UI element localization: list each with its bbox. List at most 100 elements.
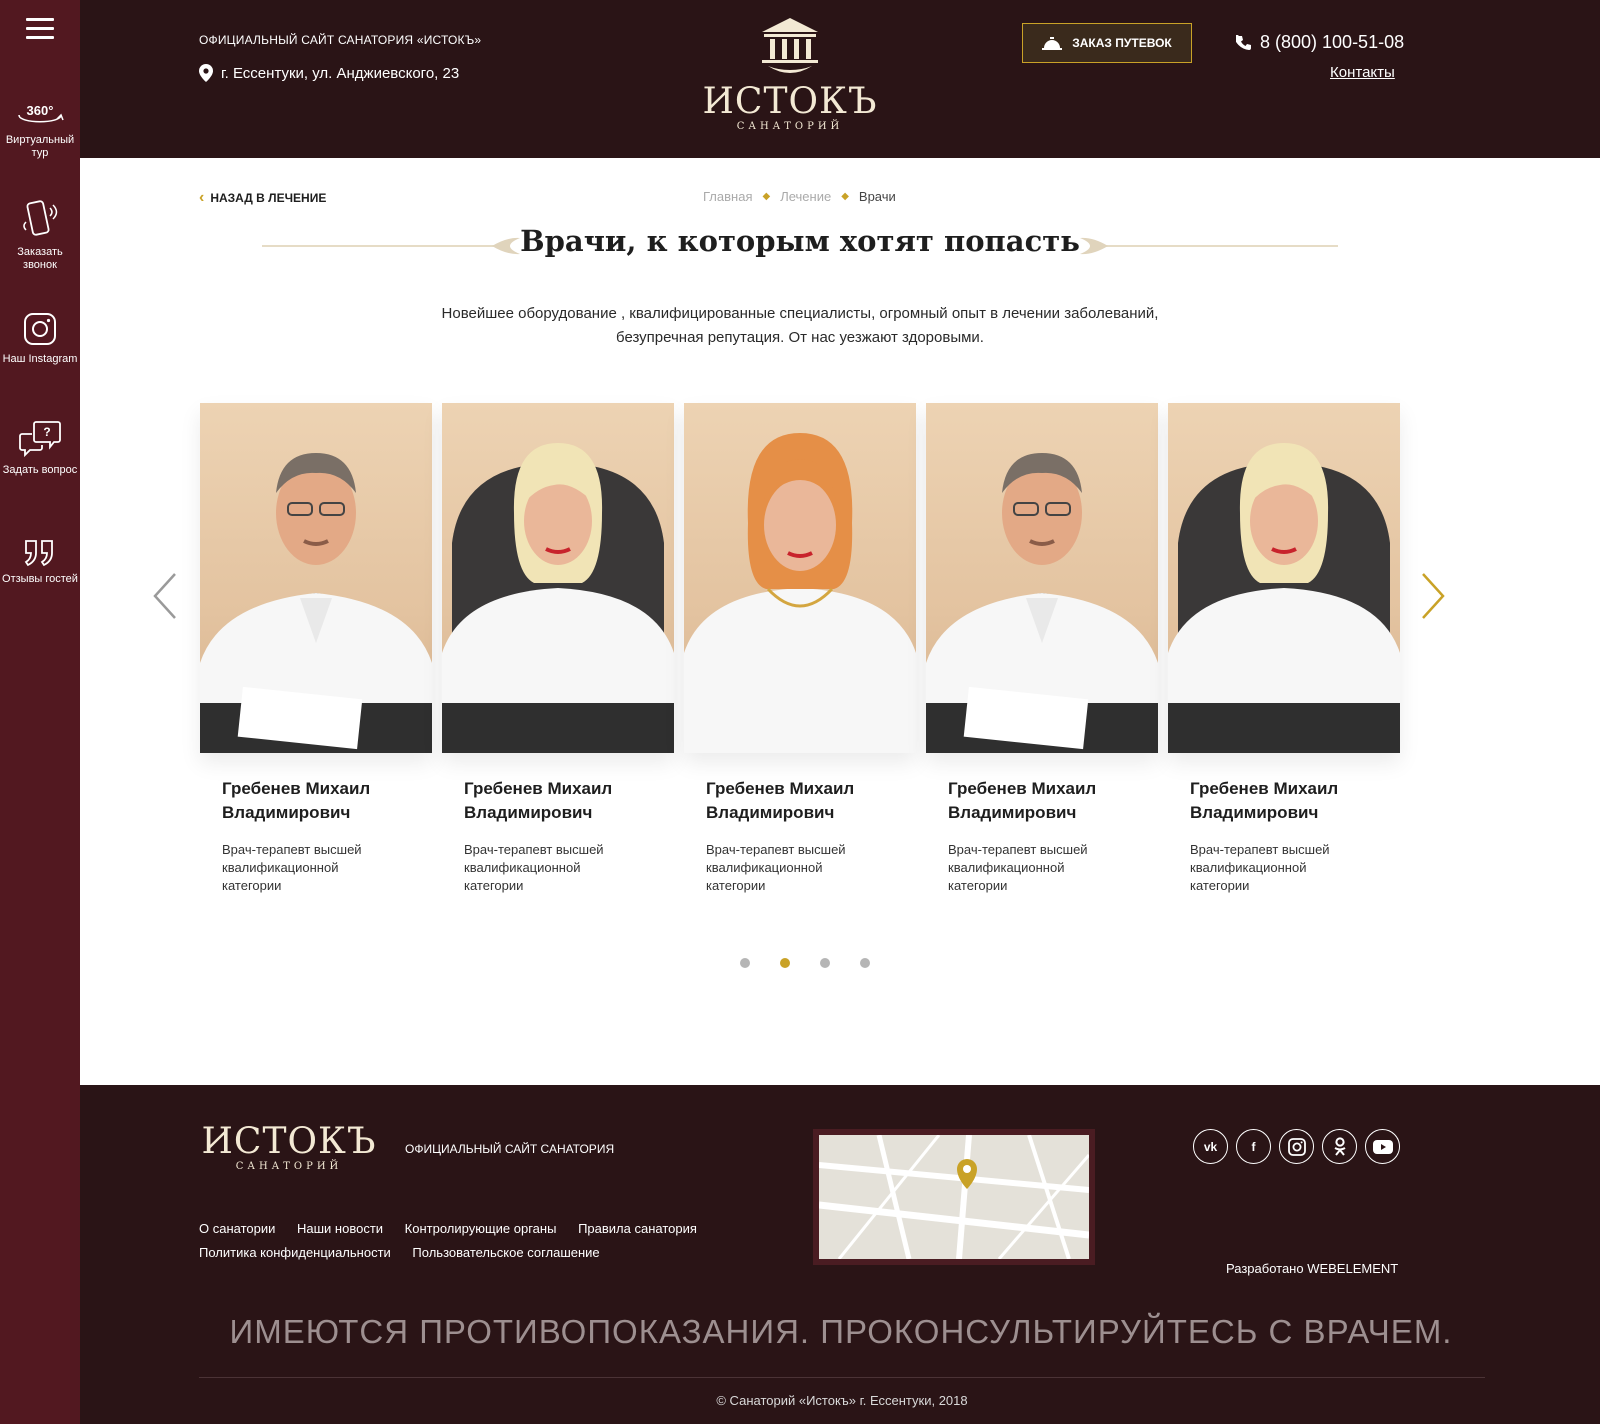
footer-link-about[interactable]: О санатории [199,1217,275,1241]
carousel-next-arrow-icon[interactable] [1418,571,1448,621]
map-image [819,1135,1089,1259]
doctor-photo[interactable] [1168,403,1400,753]
breadcrumb-home[interactable]: Главная [703,189,752,204]
youtube-icon[interactable] [1365,1129,1400,1164]
address-text: г. Ессентуки, ул. Анджиевского, 23 [221,64,460,82]
doctor-photo[interactable] [926,403,1158,753]
sidebar-item-label: Наш Instagram [2,353,78,365]
sidebar-item-virtual-tour[interactable]: 360° Виртуальный тур [0,102,80,160]
doctor-name: Гребенев Михаил Владимирович [948,779,1097,822]
sidebar-item-call[interactable]: Заказать звонок [0,198,80,272]
doctor-role: Врач-терапевт высшей квалификационной ка… [948,842,1088,893]
breadcrumb-separator-icon: ◆ [841,191,849,202]
sidebar-item-label: Заказать звонок [17,246,63,271]
phone-call-icon [23,200,58,236]
logo-name: ИСТОКЪ [702,81,878,122]
phone-icon [1236,34,1251,50]
copyright: © Санаторий «Истокъ» г. Ессентуки, 2018 [716,1393,968,1408]
order-button-label: ЗАКАЗ ПУТЕВОК [1072,36,1172,50]
pagination-dot[interactable] [820,958,830,968]
footer-link-authorities[interactable]: Контролирующие органы [405,1217,557,1241]
doctor-card[interactable]: Гребенев Михаил Владимирович Врач-терапе… [926,403,1158,895]
header: ОФИЦИАЛЬНЫЙ САЙТ САНАТОРИЯ «ИСТОКЪ» г. Е… [80,0,1600,158]
sidebar-item-instagram[interactable]: Наш Instagram [0,311,80,366]
carousel-pagination [740,958,870,968]
breadcrumb-current: Врачи [858,189,896,204]
pagination-dot[interactable] [860,958,870,968]
footer-official-label: ОФИЦИАЛЬНЫЙ САЙТ САНАТОРИЯ [405,1142,615,1156]
sidebar-item-reviews[interactable]: Отзывы гостей [0,537,80,586]
footer-logo[interactable]: ИСТОКЪ САНАТОРИЙ [199,1121,379,1173]
back-link-label: НАЗАД В ЛЕЧЕНИЕ [210,191,327,205]
odnoklassniki-icon[interactable] [1322,1129,1357,1164]
doctor-card[interactable]: Гребенев Михаил Владимирович Врач-терапе… [684,403,916,895]
address: г. Ессентуки, ул. Анджиевского, 23 [199,64,459,82]
footer-link-rules[interactable]: Правила санатория [578,1217,697,1241]
temple-logo-icon [762,18,818,73]
doctor-role: Врач-терапевт высшей квалификационной ка… [1190,842,1330,893]
carousel-prev-arrow-icon[interactable] [150,571,180,621]
contacts-link[interactable]: Контакты [1330,64,1395,81]
order-vouchers-button[interactable]: ЗАКАЗ ПУТЕВОК [1022,23,1192,63]
developer-credit[interactable]: Разработано WEBELEMENT [1226,1261,1398,1276]
female-doctor-image [442,443,674,753]
doctor-name: Гребенев Михаил Владимирович [464,779,613,822]
doctor-card[interactable]: Гребенев Михаил Владимирович Врач-терапе… [442,403,674,895]
vk-icon[interactable]: vk [1193,1129,1228,1164]
footer: ИСТОКЪ САНАТОРИЙ ОФИЦИАЛЬНЫЙ САЙТ САНАТО… [80,1085,1600,1424]
breadcrumb-treatment[interactable]: Лечение [780,189,831,204]
footer-divider [199,1377,1485,1378]
social-links: vk f [1193,1129,1400,1164]
footer-link-privacy[interactable]: Политика конфиденциальности [199,1241,391,1265]
svg-text:?: ? [43,425,50,439]
footer-link-agreement[interactable]: Пользовательское соглашение [412,1241,599,1265]
doctor-photo[interactable] [684,403,916,753]
svg-text:360°: 360° [27,103,54,118]
doctor-role: Врач-терапевт высшей квалификационной ка… [222,842,362,893]
logo[interactable]: ИСТОКЪ САНАТОРИЙ [700,14,880,132]
instagram-icon [24,313,56,345]
sidebar-item-label: Виртуальный тур [5,134,75,159]
menu-icon[interactable] [26,18,54,40]
pagination-dot-active[interactable] [780,958,790,968]
male-doctor-image [200,453,432,753]
sidebar: 360° Виртуальный тур Заказать звонок Наш… [0,0,80,1424]
doctor-photo[interactable] [442,403,674,753]
male-doctor-image [926,453,1158,753]
pagination-dot[interactable] [740,958,750,968]
location-pin-icon [199,64,213,82]
facebook-icon[interactable]: f [1236,1129,1271,1164]
instagram-glyph [1287,1137,1306,1156]
doctor-name: Гребенев Михаил Владимирович [706,779,855,822]
doctor-card[interactable]: Гребенев Михаил Владимирович Врач-терапе… [200,403,432,895]
doctor-card[interactable]: Гребенев Михаил Владимирович Врач-терапе… [1168,403,1400,895]
female-doctor-image [1168,443,1400,753]
logo-subtitle: САНАТОРИЙ [736,121,844,132]
title-ornament-left-icon [262,237,520,255]
instagram-icon[interactable] [1279,1129,1314,1164]
footer-link-news[interactable]: Наши новости [297,1217,383,1241]
chevron-left-icon: ‹ [199,189,205,206]
doctor-role: Врач-терапевт высшей квалификационной ка… [464,842,604,893]
title-ornament-right-icon [1080,237,1338,255]
page-title: Врачи, к которым хотят попасть [520,224,1080,258]
doctor-role: Врач-терапевт высшей квалификационной ка… [706,842,846,893]
back-link[interactable]: ‹ НАЗАД В ЛЕЧЕНИЕ [199,189,326,207]
quote-icon [24,540,53,567]
youtube-glyph [1372,1139,1393,1154]
footer-links: О санатории Наши новости Контролирующие … [199,1217,759,1265]
odnoklassniki-glyph [1333,1136,1346,1156]
intro-text: Новейшее оборудование , квалифицированны… [441,305,1159,346]
doctor-name: Гребенев Михаил Владимирович [1190,779,1339,822]
360-icon: 360° [18,103,64,123]
breadcrumb-separator-icon: ◆ [762,191,771,202]
female-doctor-image [684,433,916,753]
sidebar-item-label: Задать вопрос [2,464,78,476]
footer-logo-name: ИСТОКЪ [201,1121,377,1162]
phone[interactable]: 8 (800) 100-51-08 [1236,32,1404,53]
sidebar-item-ask-question[interactable]: ? Задать вопрос [0,420,80,477]
map-thumbnail[interactable] [813,1129,1095,1265]
doctor-name: Гребенев Михаил Владимирович [222,779,371,822]
contraindications-warning: ИМЕЮТСЯ ПРОТИВОПОКАЗАНИЯ. ПРОКОНСУЛЬТИРУ… [229,1313,1453,1350]
doctor-photo[interactable] [200,403,432,753]
